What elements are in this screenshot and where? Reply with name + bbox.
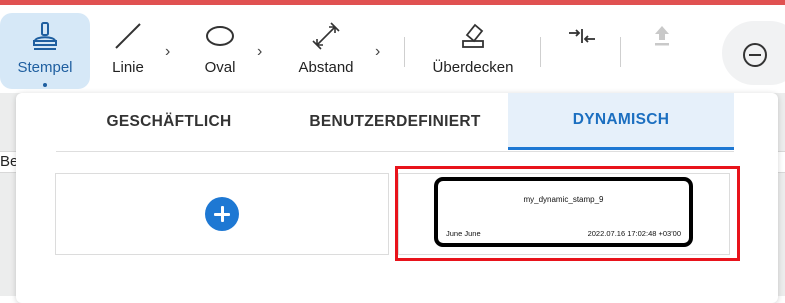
chevron-right-icon[interactable]: › — [165, 43, 170, 61]
chevron-right-icon[interactable]: › — [257, 43, 262, 61]
collapse-arrows-icon — [567, 19, 597, 53]
tool-ueberdecken-button[interactable]: Überdecken — [424, 13, 522, 89]
add-stamp-cell[interactable] — [55, 173, 389, 255]
stamp-panel: GESCHÄFTLICH BENUTZERDEFINIERT DYNAMISCH… — [16, 93, 778, 303]
tool-linie-button[interactable]: Linie — [100, 13, 156, 89]
tool-abstand-button[interactable]: Abstand — [288, 13, 364, 89]
dynamic-stamp-preview[interactable]: my_dynamic_stamp_9 June June 2022.07.16 … — [434, 177, 693, 247]
stamp-icon — [30, 19, 60, 53]
tool-linie-label: Linie — [112, 59, 144, 76]
collapse-button[interactable] — [560, 13, 604, 89]
tool-ueberdecken-label: Überdecken — [432, 59, 514, 76]
tool-stempel-button[interactable]: Stempel — [0, 13, 90, 89]
tool-abstand-label: Abstand — [298, 59, 354, 76]
zoom-out-icon[interactable] — [742, 42, 768, 73]
tool-stempel-label: Stempel — [17, 59, 73, 76]
distance-icon — [311, 19, 341, 53]
stamp-author: June June — [446, 229, 481, 238]
chevron-right-icon[interactable]: › — [375, 43, 380, 61]
upload-button[interactable] — [640, 13, 684, 89]
tool-oval-label: Oval — [204, 59, 236, 76]
toolbar-divider — [620, 37, 621, 67]
add-icon[interactable] — [205, 197, 239, 231]
annotation-toolbar: Stempel Linie › Oval › Abstand › Überdec… — [0, 5, 785, 93]
tab-dynamisch[interactable]: DYNAMISCH — [508, 93, 734, 150]
tool-oval-button[interactable]: Oval — [190, 13, 250, 89]
stamp-timestamp: 2022.07.16 17:02:48 +03'00 — [587, 229, 681, 238]
toolbar-divider — [404, 37, 405, 67]
oval-icon — [204, 19, 236, 53]
active-indicator-dot — [43, 83, 47, 87]
tab-geschaeftlich[interactable]: GESCHÄFTLICH — [56, 93, 282, 150]
stamp-title: my_dynamic_stamp_9 — [523, 195, 604, 204]
tab-benutzerdefiniert[interactable]: BENUTZERDEFINIERT — [282, 93, 508, 150]
toolbar-divider — [540, 37, 541, 67]
line-icon — [113, 19, 143, 53]
zoom-controls — [722, 21, 785, 85]
stamp-tabs: GESCHÄFTLICH BENUTZERDEFINIERT DYNAMISCH — [56, 93, 734, 152]
upload-icon — [650, 19, 674, 53]
eraser-icon — [458, 19, 488, 53]
